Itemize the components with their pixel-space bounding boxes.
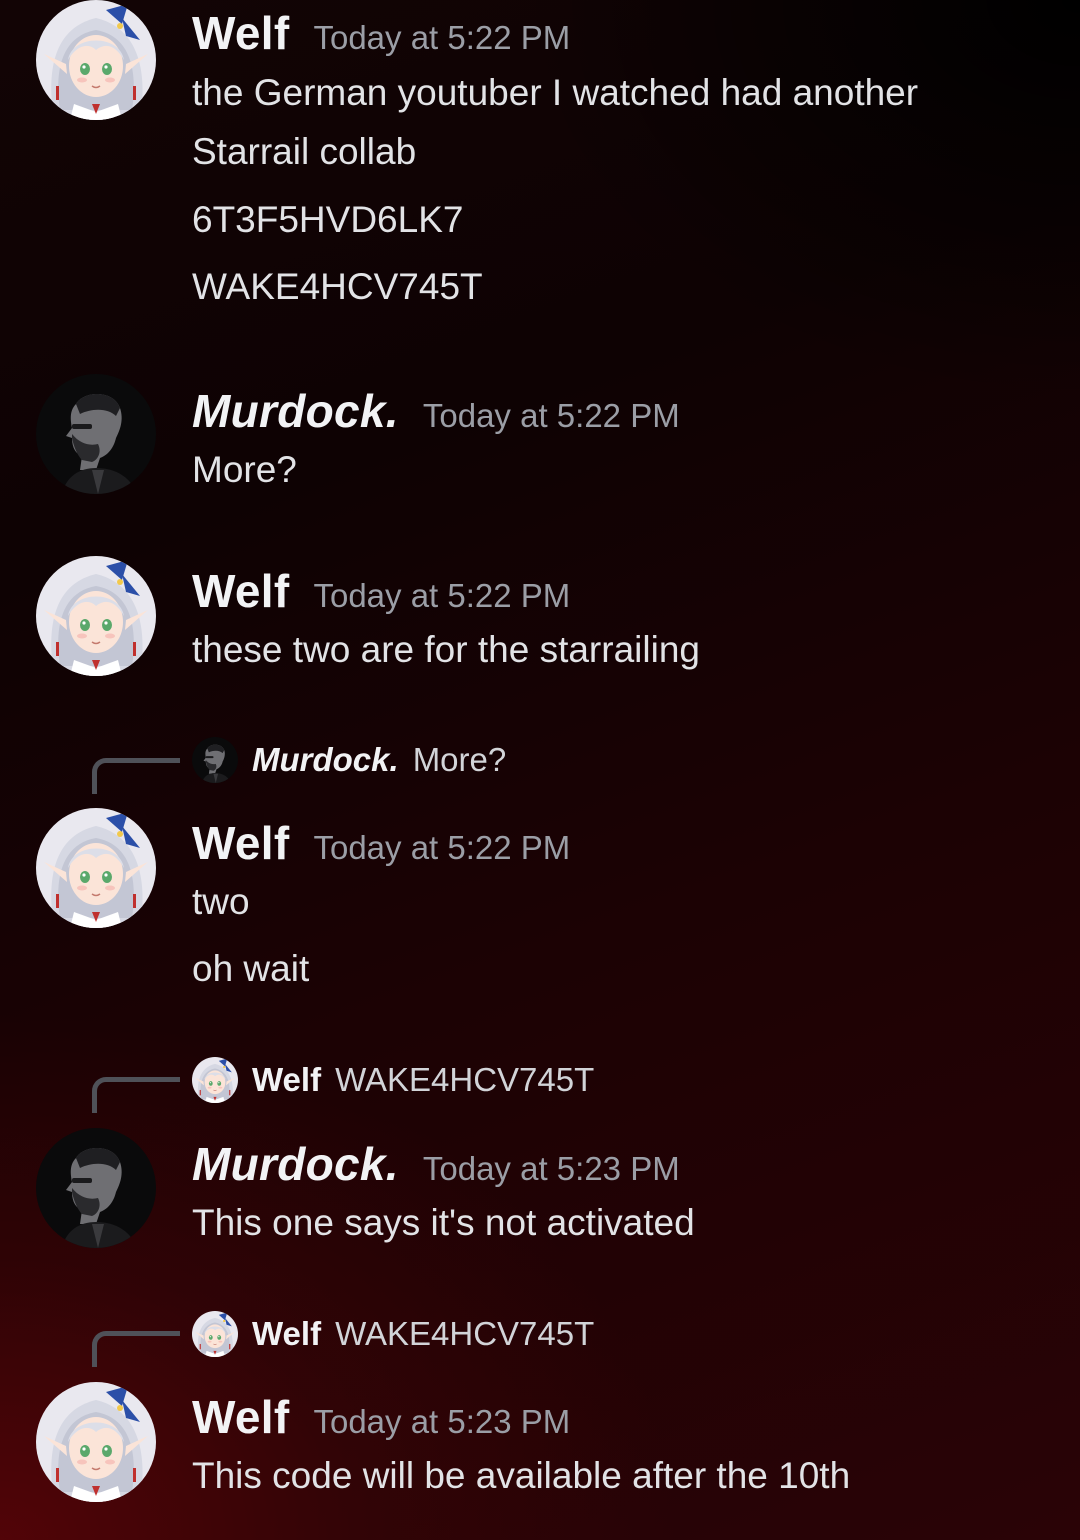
author-name[interactable]: Murdock.	[192, 384, 399, 438]
message-header: Welf Today at 5:23 PM	[192, 1390, 570, 1444]
reply-content: More?	[412, 741, 507, 778]
author-name[interactable]: Murdock.	[192, 1137, 399, 1191]
murdock-avatar-icon[interactable]	[36, 374, 156, 494]
message-text: 6T3F5HVD6LK7	[192, 199, 464, 240]
murdock-avatar-icon	[192, 737, 238, 783]
reply-summary: Murdock. More?	[252, 741, 506, 779]
message-1: Welf Today at 5:22 PM the German youtube…	[0, 0, 1080, 330]
message-text: oh wait	[192, 948, 310, 989]
message-text: Starrail collab	[192, 131, 417, 172]
message-text: the German youtuber I watched had anothe…	[192, 72, 919, 113]
author-name[interactable]: Welf	[192, 1390, 289, 1444]
welf-avatar-icon[interactable]	[36, 0, 156, 120]
murdock-avatar-icon[interactable]	[36, 1128, 156, 1248]
timestamp: Today at 5:23 PM	[313, 1403, 571, 1440]
reply-author: Murdock.	[252, 741, 399, 778]
timestamp: Today at 5:22 PM	[313, 829, 571, 866]
message-header: Welf Today at 5:22 PM	[192, 6, 570, 60]
welf-avatar-icon[interactable]	[36, 1382, 156, 1502]
message-header: Murdock. Today at 5:23 PM	[192, 1137, 680, 1191]
welf-avatar-icon[interactable]	[36, 808, 156, 928]
reply-author: Welf	[252, 1061, 322, 1098]
message-text: This code will be available after the 10…	[192, 1455, 851, 1496]
message-text: these two are for the starrailing	[192, 629, 700, 670]
reply-content: WAKE4HCV745T	[335, 1061, 595, 1098]
author-name[interactable]: Welf	[192, 816, 289, 870]
reply-preview[interactable]: Murdock. More?	[0, 730, 1080, 794]
reply-connector	[92, 758, 180, 794]
reply-summary: Welf WAKE4HCV745T	[252, 1061, 594, 1099]
reply-preview[interactable]: Welf WAKE4HCV745T	[0, 1304, 1080, 1367]
message-header: Welf Today at 5:22 PM	[192, 564, 570, 618]
reply-connector	[92, 1077, 180, 1113]
welf-avatar-icon	[192, 1057, 238, 1103]
reply-summary: Welf WAKE4HCV745T	[252, 1315, 594, 1353]
welf-avatar-icon	[192, 1311, 238, 1357]
reply-preview[interactable]: Welf WAKE4HCV745T	[0, 1050, 1080, 1113]
author-name[interactable]: Welf	[192, 6, 289, 60]
timestamp: Today at 5:22 PM	[313, 19, 571, 56]
author-name[interactable]: Welf	[192, 564, 289, 618]
timestamp: Today at 5:22 PM	[313, 577, 571, 614]
reply-author: Welf	[252, 1315, 322, 1352]
message-text: two	[192, 881, 250, 922]
message-text: More?	[192, 449, 297, 490]
message-text: WAKE4HCV745T	[192, 266, 483, 307]
message-header: Murdock. Today at 5:22 PM	[192, 384, 680, 438]
welf-avatar-icon[interactable]	[36, 556, 156, 676]
message-text: This one says it's not activated	[192, 1202, 695, 1243]
reply-connector	[92, 1331, 180, 1367]
reply-content: WAKE4HCV745T	[335, 1315, 595, 1352]
message-header: Welf Today at 5:22 PM	[192, 816, 570, 870]
timestamp: Today at 5:22 PM	[422, 397, 680, 434]
timestamp: Today at 5:23 PM	[422, 1150, 680, 1187]
